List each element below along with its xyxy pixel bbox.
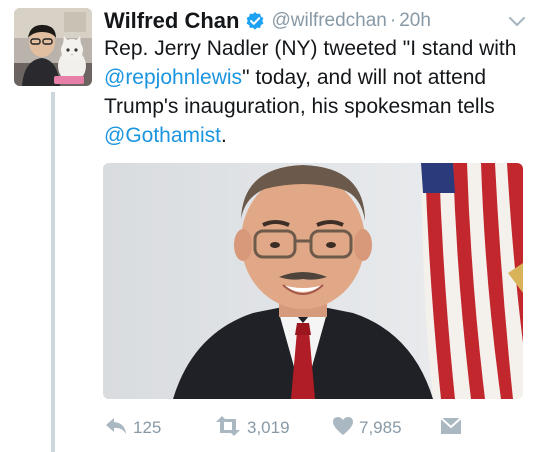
portrait-photo <box>103 163 523 399</box>
envelope-icon <box>440 416 462 440</box>
tweet-text: Rep. Jerry Nadler (NY) tweeted "I stand … <box>104 34 524 150</box>
tweet-text-part: Rep. Jerry Nadler (NY) tweeted "I stand … <box>104 37 517 60</box>
chevron-down-icon[interactable] <box>506 10 528 32</box>
tweet-text-part: . <box>221 124 227 147</box>
like-button[interactable]: 7,985 <box>332 414 402 442</box>
display-name[interactable]: Wilfred Chan <box>104 8 239 34</box>
avatar-photo <box>14 8 92 86</box>
reply-icon <box>104 416 128 441</box>
mention-link[interactable]: @repjohnlewis <box>104 66 242 89</box>
tweet-actions: 125 3,019 7,985 <box>104 414 524 442</box>
reply-button[interactable]: 125 <box>104 414 161 442</box>
avatar[interactable] <box>14 8 92 86</box>
separator-dot: · <box>389 10 397 31</box>
tweet-header: Wilfred Chan @wilfredchan · 20h <box>104 6 431 36</box>
heart-icon <box>332 416 354 441</box>
verified-badge-icon <box>245 11 265 31</box>
thread-line <box>51 92 55 452</box>
timestamp[interactable]: 20h <box>399 10 431 32</box>
tweet-card[interactable]: Wilfred Chan @wilfredchan · 20h Rep. Jer… <box>0 0 540 452</box>
mention-link[interactable]: @Gothamist <box>104 124 221 147</box>
like-count: 7,985 <box>359 418 402 437</box>
tweet-photo[interactable] <box>103 163 523 399</box>
flag-graphic <box>421 163 523 399</box>
retweet-icon <box>214 415 242 441</box>
user-handle[interactable]: @wilfredchan <box>271 10 386 32</box>
retweet-button[interactable]: 3,019 <box>214 414 290 442</box>
reply-count: 125 <box>133 418 162 437</box>
direct-message-button[interactable] <box>440 414 462 442</box>
retweet-count: 3,019 <box>247 418 290 437</box>
